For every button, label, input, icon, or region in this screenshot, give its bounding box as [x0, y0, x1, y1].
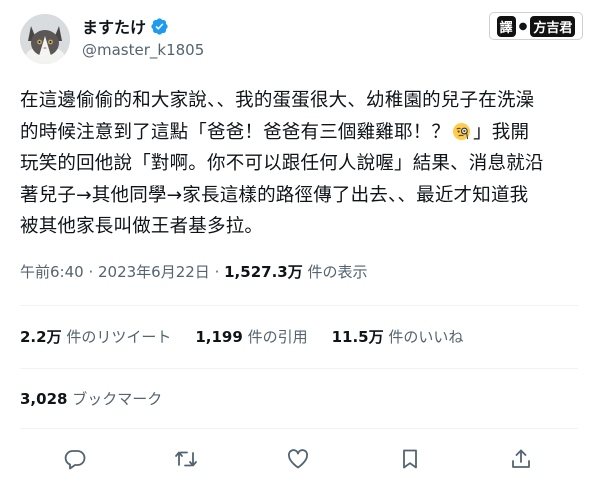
tweet-date[interactable]: 2023年6月22日	[98, 263, 210, 281]
tweet-line-segment: 」我開	[473, 121, 530, 143]
quotes-count: 1,199	[195, 328, 243, 346]
quotes-stat[interactable]: 1,199 件の引用	[195, 326, 307, 347]
bookmark-icon	[403, 449, 417, 469]
retweets-stat[interactable]: 2.2万 件のリツイート	[20, 326, 171, 347]
watermark-separator: ●	[518, 20, 528, 32]
tweet-text: 在這邊偷偷的和大家說、、我的蛋蛋很大、幼稚園的兒子在洗澡 的時候注意到了這點「爸…	[20, 85, 580, 243]
face-with-monocle-icon	[452, 120, 471, 140]
bookmarks-stat[interactable]: 3,028 ブックマーク	[20, 388, 162, 409]
retweets-label: 件のリツイート	[61, 328, 172, 346]
tweet-line-segment: 的時候注意到了這點「爸爸！爸爸有三個雞雞耶！？	[20, 121, 451, 143]
tweet-line: 的時候注意到了這點「爸爸！爸爸有三個雞雞耶！？ 」我開	[20, 117, 580, 149]
author-name[interactable]: ますたけ	[82, 14, 146, 38]
cat-avatar-image	[20, 14, 70, 64]
tweet-time[interactable]: 午前6:40	[20, 263, 84, 281]
view-count: 1,527.3万	[224, 263, 303, 281]
verified-badge-icon	[150, 17, 169, 36]
reply-icon	[64, 450, 86, 470]
share-button[interactable]	[509, 447, 535, 473]
like-button[interactable]	[286, 447, 312, 473]
tweet-line: 著兒子→其他同學→家長這樣的路徑傳了出去、、最近才知道我	[20, 184, 529, 206]
share-icon	[512, 449, 530, 468]
divider	[20, 368, 578, 369]
avatar[interactable]	[20, 14, 70, 64]
likes-label: 件のいいね	[383, 328, 464, 346]
meta-separator: ·	[83, 263, 98, 281]
tweet-meta: 午前6:40 · 2023年6月22日 · 1,527.3万 件の表示	[20, 261, 368, 282]
action-bar	[0, 447, 598, 473]
likes-stat[interactable]: 11.5万 件のいいね	[332, 326, 464, 347]
reply-button[interactable]	[63, 447, 89, 473]
engagement-stats: 2.2万 件のリツイート 1,199 件の引用 11.5万 件のいいね	[20, 326, 487, 347]
bookmarks-count: 3,028	[20, 390, 68, 408]
tweet-line: 在這邊偷偷的和大家說、、我的蛋蛋很大、幼稚園的兒子在洗澡	[20, 90, 535, 111]
retweet-button[interactable]	[174, 447, 200, 473]
view-label: 件の表示	[302, 263, 368, 281]
like-icon	[287, 449, 309, 469]
retweets-count: 2.2万	[20, 328, 62, 346]
divider	[20, 305, 578, 306]
translator-watermark: 譯 ● 方吉君	[489, 12, 583, 40]
retweet-icon	[175, 451, 197, 467]
meta-separator: ·	[209, 263, 225, 281]
likes-count: 11.5万	[331, 328, 384, 346]
watermark-badge: 譯	[496, 15, 516, 37]
divider	[20, 428, 578, 429]
author-name-row[interactable]: ますたけ	[82, 14, 169, 38]
bookmarks-label: ブックマーク	[67, 390, 163, 408]
tweet-line: 玩笑的回他說「對啊。你不可以跟任何人說喔」結果、消息就沿	[20, 153, 544, 174]
watermark-name: 方吉君	[530, 15, 576, 37]
tweet-line: 被其他家長叫做王者基多拉。	[20, 216, 264, 237]
quotes-label: 件の引用	[242, 328, 308, 346]
bookmark-button[interactable]	[398, 447, 424, 473]
author-handle[interactable]: @master_k1805	[82, 41, 204, 59]
